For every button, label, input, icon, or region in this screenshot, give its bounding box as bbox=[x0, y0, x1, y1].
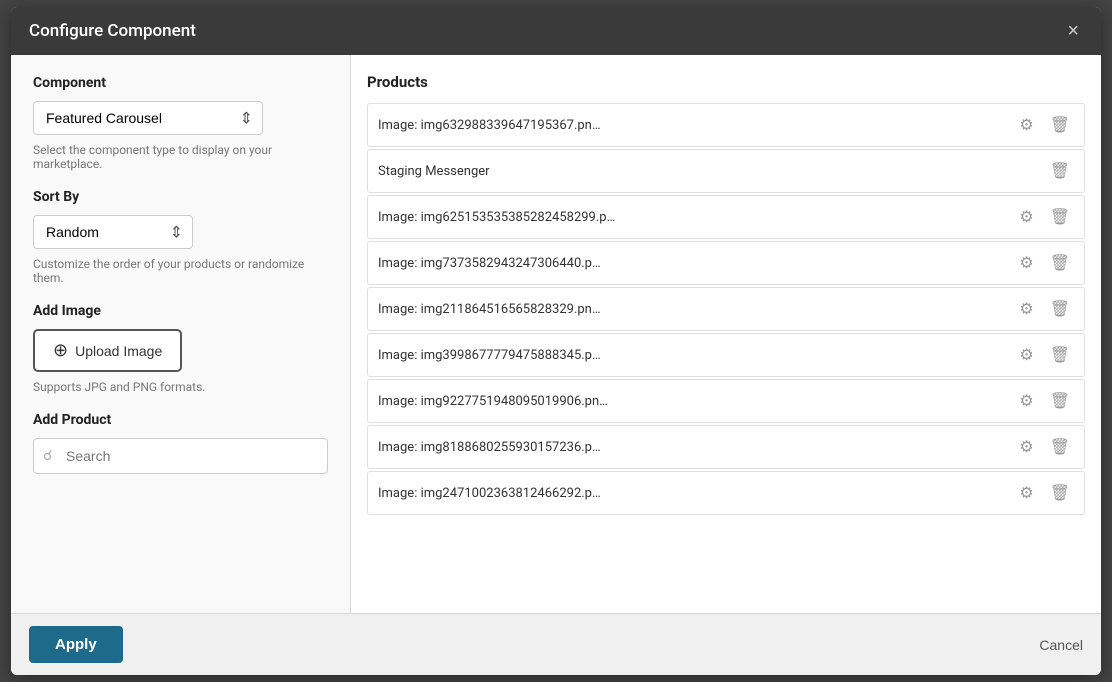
table-row: Image: img9227751948095019906.pn…⚙🗑 bbox=[367, 379, 1085, 423]
sort-section-label: Sort By bbox=[33, 189, 328, 205]
component-section-label: Component bbox=[33, 75, 328, 91]
upload-button-label: Upload Image bbox=[75, 343, 162, 359]
plus-circle-icon: ⊕ bbox=[53, 340, 68, 361]
delete-icon[interactable]: 🗑 bbox=[1046, 159, 1074, 183]
add-product-section: Add Product ☌ bbox=[33, 412, 328, 474]
product-actions: ⚙🗑 bbox=[1015, 435, 1074, 459]
configure-component-modal: Configure Component × Component Featured… bbox=[11, 7, 1101, 675]
add-image-label: Add Image bbox=[33, 303, 328, 319]
table-row: Image: img399867777947588834​5.p…⚙🗑 bbox=[367, 333, 1085, 377]
product-list: Image: img632988339647195367.pn…⚙🗑Stagin… bbox=[367, 103, 1085, 515]
product-actions: ⚙🗑 bbox=[1015, 481, 1074, 505]
delete-icon[interactable]: 🗑 bbox=[1046, 343, 1074, 367]
upload-image-button[interactable]: ⊕ Upload Image bbox=[33, 329, 182, 372]
add-image-section: Add Image ⊕ Upload Image Supports JPG an… bbox=[33, 303, 328, 394]
left-panel: Component Featured Carousel Other ⇕ Sele… bbox=[11, 55, 351, 613]
sort-hint: Customize the order of your products or … bbox=[33, 257, 328, 285]
product-name: Image: img737358294324730644​0.p… bbox=[378, 256, 1015, 271]
component-select-wrapper: Featured Carousel Other ⇕ bbox=[33, 101, 263, 135]
product-name: Image: img399867777947588834​5.p… bbox=[378, 348, 1015, 363]
delete-icon[interactable]: 🗑 bbox=[1046, 205, 1074, 229]
gear-icon[interactable]: ⚙ bbox=[1015, 205, 1037, 229]
table-row: Image: img632988339647195367.pn…⚙🗑 bbox=[367, 103, 1085, 147]
delete-icon[interactable]: 🗑 bbox=[1046, 113, 1074, 137]
component-section: Component Featured Carousel Other ⇕ Sele… bbox=[33, 75, 328, 171]
sort-select[interactable]: Random Newest Oldest bbox=[33, 215, 193, 249]
component-hint: Select the component type to display on … bbox=[33, 143, 328, 171]
product-name: Staging Messenger bbox=[378, 164, 1046, 179]
modal-close-button[interactable]: × bbox=[1063, 21, 1083, 41]
product-actions: ⚙🗑 bbox=[1015, 297, 1074, 321]
search-input[interactable] bbox=[33, 438, 328, 474]
gear-icon[interactable]: ⚙ bbox=[1015, 113, 1037, 137]
delete-icon[interactable]: 🗑 bbox=[1046, 435, 1074, 459]
product-actions: ⚙🗑 bbox=[1015, 113, 1074, 137]
product-name: Image: img24710023638124​66292.p… bbox=[378, 486, 1015, 501]
delete-icon[interactable]: 🗑 bbox=[1046, 389, 1074, 413]
apply-button[interactable]: Apply bbox=[29, 626, 123, 663]
product-actions: ⚙🗑 bbox=[1015, 251, 1074, 275]
gear-icon[interactable]: ⚙ bbox=[1015, 343, 1037, 367]
modal-body: Component Featured Carousel Other ⇕ Sele… bbox=[11, 55, 1101, 613]
product-name: Image: img211864516565828329.pn… bbox=[378, 302, 1015, 317]
table-row: Image: img818868025593015723​6.p…⚙🗑 bbox=[367, 425, 1085, 469]
component-select[interactable]: Featured Carousel Other bbox=[33, 101, 263, 135]
modal-overlay: Configure Component × Component Featured… bbox=[0, 0, 1112, 682]
product-actions: ⚙🗑 bbox=[1015, 389, 1074, 413]
gear-icon[interactable]: ⚙ bbox=[1015, 297, 1037, 321]
upload-hint: Supports JPG and PNG formats. bbox=[33, 380, 328, 394]
search-wrapper: ☌ bbox=[33, 438, 328, 474]
table-row: Staging Messenger🗑 bbox=[367, 149, 1085, 193]
table-row: Image: img211864516565828329.pn…⚙🗑 bbox=[367, 287, 1085, 331]
product-name: Image: img625153535385282458299.p… bbox=[378, 210, 1015, 225]
delete-icon[interactable]: 🗑 bbox=[1046, 251, 1074, 275]
product-actions: ⚙🗑 bbox=[1015, 205, 1074, 229]
gear-icon[interactable]: ⚙ bbox=[1015, 435, 1037, 459]
gear-icon[interactable]: ⚙ bbox=[1015, 389, 1037, 413]
product-actions: ⚙🗑 bbox=[1015, 343, 1074, 367]
search-icon: ☌ bbox=[43, 448, 52, 464]
modal-title: Configure Component bbox=[29, 21, 196, 41]
modal-header: Configure Component × bbox=[11, 7, 1101, 55]
gear-icon[interactable]: ⚙ bbox=[1015, 251, 1037, 275]
sort-section: Sort By Random Newest Oldest ⇕ Customize… bbox=[33, 189, 328, 285]
table-row: Image: img737358294324730644​0.p…⚙🗑 bbox=[367, 241, 1085, 285]
product-name: Image: img818868025593015723​6.p… bbox=[378, 440, 1015, 455]
product-name: Image: img9227751948095019906.pn… bbox=[378, 394, 1015, 409]
cancel-button[interactable]: Cancel bbox=[1039, 637, 1083, 653]
sort-select-wrapper: Random Newest Oldest ⇕ bbox=[33, 215, 193, 249]
modal-footer: Apply Cancel bbox=[11, 613, 1101, 675]
products-title: Products bbox=[367, 73, 1085, 91]
delete-icon[interactable]: 🗑 bbox=[1046, 297, 1074, 321]
right-panel: Products Image: img632988339647195367.pn… bbox=[351, 55, 1101, 613]
table-row: Image: img625153535385282458299.p…⚙🗑 bbox=[367, 195, 1085, 239]
delete-icon[interactable]: 🗑 bbox=[1046, 481, 1074, 505]
gear-icon[interactable]: ⚙ bbox=[1015, 481, 1037, 505]
product-name: Image: img632988339647195367.pn… bbox=[378, 118, 1015, 133]
table-row: Image: img24710023638124​66292.p…⚙🗑 bbox=[367, 471, 1085, 515]
add-product-label: Add Product bbox=[33, 412, 328, 428]
product-actions: 🗑 bbox=[1046, 159, 1074, 183]
